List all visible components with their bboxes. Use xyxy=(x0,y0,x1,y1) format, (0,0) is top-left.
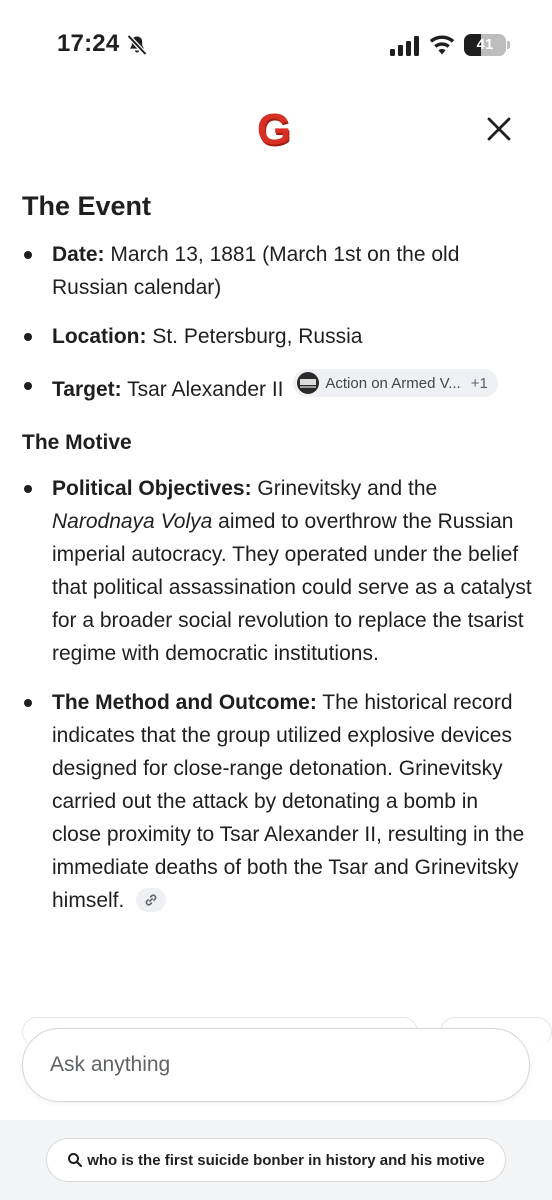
source-chip-count: +1 xyxy=(470,374,488,392)
search-icon xyxy=(68,1153,83,1168)
motive-list: Political Objectives: Grinevitsky and th… xyxy=(22,472,532,917)
bell-slash-icon xyxy=(126,34,148,56)
item-text: The historical record indicates that the… xyxy=(52,691,525,912)
status-time: 17:24 xyxy=(57,30,120,57)
event-list: Date: March 13, 1881 (March 1st on the o… xyxy=(22,238,532,406)
item-text: Grinevitsky and the xyxy=(257,477,438,500)
list-item: Location: St. Petersburg, Russia xyxy=(22,320,532,353)
item-label: Political Objectives: xyxy=(52,477,252,500)
search-query-pill[interactable]: who is the first suicide bonber in histo… xyxy=(46,1138,506,1182)
answer-content: The Event Date: March 13, 1881 (March 1s… xyxy=(22,186,532,933)
item-label: Location: xyxy=(52,325,147,348)
item-text: St. Petersburg, Russia xyxy=(152,325,363,348)
list-item: Date: March 13, 1881 (March 1st on the o… xyxy=(22,238,532,304)
ask-input-placeholder: Ask anything xyxy=(50,1053,171,1076)
search-query-text: who is the first suicide bonber in histo… xyxy=(87,1151,485,1169)
list-item: Political Objectives: Grinevitsky and th… xyxy=(22,472,532,670)
bottom-bar: who is the first suicide bonber in histo… xyxy=(0,1120,552,1200)
status-bar: 17:24 41 xyxy=(0,0,552,90)
logo-letter: G xyxy=(257,108,291,154)
source-avatar-icon xyxy=(297,372,320,394)
event-heading: The Event xyxy=(22,191,152,221)
cellular-signal-icon xyxy=(390,36,419,56)
item-label: Target: xyxy=(52,378,122,401)
source-chip[interactable]: Action on Armed V... +1 xyxy=(293,369,498,397)
item-italic-text: Narodnaya Volya xyxy=(52,510,213,533)
ask-input[interactable]: Ask anything xyxy=(22,1028,530,1102)
link-icon xyxy=(145,894,157,906)
source-link-button[interactable] xyxy=(136,888,167,912)
list-item: The Method and Outcome: The historical r… xyxy=(22,686,532,917)
item-text: aimed to overthrow the Russian imperial … xyxy=(52,510,532,665)
battery-level: 41 xyxy=(476,36,494,53)
item-text: March 13, 1881 (March 1st on the old Rus… xyxy=(52,243,460,299)
item-label: The Method and Outcome: xyxy=(52,691,317,714)
item-text: Tsar Alexander II xyxy=(127,378,284,401)
google-logo-icon: G G xyxy=(257,108,292,154)
source-chip-label: Action on Armed V... xyxy=(325,374,461,392)
item-label: Date: xyxy=(52,243,105,266)
wifi-icon xyxy=(429,35,455,55)
list-item: Target: Tsar Alexander II Action on Arme… xyxy=(22,369,532,406)
close-icon[interactable] xyxy=(480,110,518,148)
battery-icon: 41 xyxy=(464,34,510,56)
motive-heading: The Motive xyxy=(22,431,132,454)
